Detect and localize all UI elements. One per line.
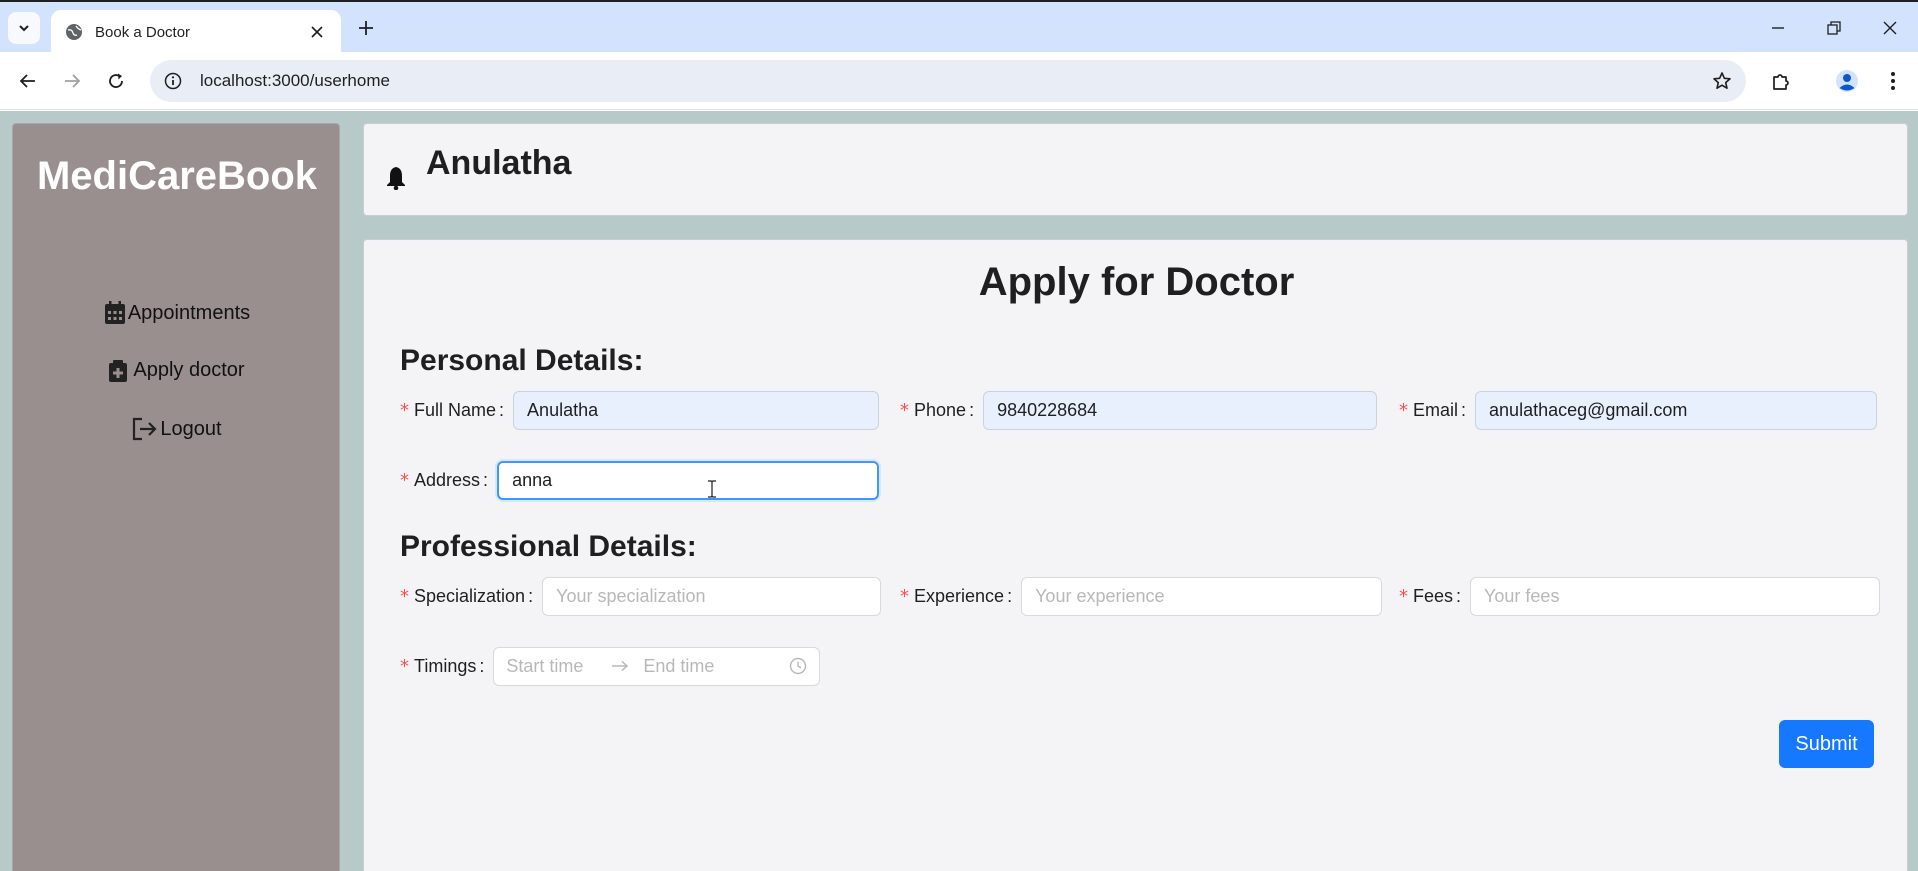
browser-tab-active[interactable]: Book a Doctor (51, 10, 341, 54)
puzzle-icon (1773, 74, 1789, 90)
restore-window-button[interactable] (1814, 12, 1854, 44)
avatar-icon (1836, 70, 1858, 92)
close-tab-icon[interactable] (307, 22, 327, 42)
address-input[interactable] (497, 460, 880, 500)
page-body: MediCareBook Appointments Apply doctor L… (0, 111, 1918, 871)
minimize-window-button[interactable] (1758, 12, 1798, 44)
sidebar-item-label: Logout (160, 417, 222, 440)
text-cursor-icon (708, 480, 716, 498)
chevron-down-icon (19, 25, 29, 32)
forward-button[interactable] (56, 65, 88, 97)
restore-icon (1827, 21, 1841, 35)
timings-field: * Timings : Start time End time (400, 646, 821, 686)
new-tab-button[interactable] (352, 14, 380, 42)
required-mark: * (900, 399, 909, 421)
browser-menu-button[interactable] (1877, 65, 1909, 97)
sidebar-item-label: Apply doctor (133, 359, 245, 381)
email-input[interactable] (1475, 390, 1878, 430)
timings-range-picker[interactable]: Start time End time (493, 646, 821, 686)
email-field: * Email : (1399, 390, 1878, 430)
fees-label: Fees (1413, 585, 1454, 606)
experience-input[interactable] (1021, 576, 1383, 616)
extensions-button[interactable] (1765, 65, 1797, 97)
calendar-icon (104, 301, 125, 324)
specialization-input[interactable] (542, 576, 882, 616)
required-mark: * (900, 585, 909, 607)
required-mark: * (400, 399, 409, 421)
experience-field: * Experience : (900, 576, 1383, 616)
arrow-right-icon (65, 74, 81, 88)
page-title: Apply for Doctor (978, 260, 1295, 304)
bell-icon[interactable] (386, 166, 406, 190)
specialization-label: Specialization (414, 585, 526, 606)
close-icon (1883, 21, 1897, 35)
browser-tab-bar: Book a Doctor (0, 0, 1918, 54)
profile-button[interactable] (1831, 65, 1863, 97)
back-button[interactable] (12, 65, 44, 97)
email-label: Email (1413, 399, 1459, 420)
close-window-button[interactable] (1870, 12, 1910, 44)
reload-button[interactable] (100, 65, 132, 97)
address-bar[interactable]: localhost:3000/userhome (150, 60, 1746, 102)
kebab-menu-icon (1891, 72, 1895, 90)
personal-details-heading: Personal Details: (400, 344, 644, 377)
reload-icon (109, 73, 123, 88)
specialization-field: * Specialization : (400, 576, 882, 616)
address-field: * Address : (400, 460, 880, 500)
arrow-right-icon (611, 660, 629, 672)
tab-title: Book a Doctor (95, 23, 191, 41)
start-time-input[interactable]: Start time (506, 656, 583, 677)
header-bar: Anulatha (363, 123, 1908, 216)
app-logo: MediCareBook (36, 154, 318, 198)
minimize-icon (1772, 27, 1784, 29)
required-mark: * (1399, 399, 1408, 421)
browser-toolbar: localhost:3000/userhome (0, 52, 1918, 110)
clock-icon (789, 657, 807, 675)
fees-input[interactable] (1470, 576, 1881, 616)
required-mark: * (1399, 585, 1408, 607)
tab-search-button[interactable] (8, 12, 40, 44)
end-time-input[interactable]: End time (643, 656, 714, 677)
fees-field: * Fees : (1399, 576, 1881, 616)
phone-input[interactable] (983, 390, 1378, 430)
required-mark: * (400, 585, 409, 607)
sidebar: MediCareBook Appointments Apply doctor L… (12, 123, 340, 871)
required-mark: * (400, 655, 409, 677)
globe-icon (66, 24, 82, 40)
address-label: Address (414, 469, 481, 490)
required-mark: * (400, 469, 409, 491)
sidebar-item-label: Appointments (127, 301, 251, 324)
professional-details-heading: Professional Details: (400, 530, 697, 563)
bookmark-star-icon[interactable] (1712, 71, 1732, 91)
phone-field: * Phone : (900, 390, 1378, 430)
url-text[interactable]: localhost:3000/userhome (200, 71, 1712, 91)
phone-label: Phone (914, 399, 967, 420)
user-name: Anulatha (426, 144, 572, 182)
sidebar-item-logout[interactable]: Logout (13, 417, 341, 441)
timings-label: Timings (414, 655, 477, 676)
full-name-field: * Full Name : (400, 390, 880, 430)
experience-label: Experience (914, 585, 1005, 606)
apply-doctor-form: Apply for Doctor Personal Details: * Ful… (363, 239, 1908, 871)
medical-kit-icon (109, 359, 128, 382)
sidebar-item-appointments[interactable]: Appointments (13, 301, 341, 325)
logout-icon (133, 417, 157, 441)
sidebar-item-apply-doctor[interactable]: Apply doctor (13, 359, 341, 382)
full-name-input[interactable] (513, 390, 880, 430)
submit-button[interactable]: Submit (1779, 720, 1874, 768)
site-info-icon[interactable] (164, 72, 182, 90)
arrow-left-icon (19, 74, 35, 88)
plus-icon (359, 21, 373, 35)
full-name-label: Full Name (414, 399, 497, 420)
